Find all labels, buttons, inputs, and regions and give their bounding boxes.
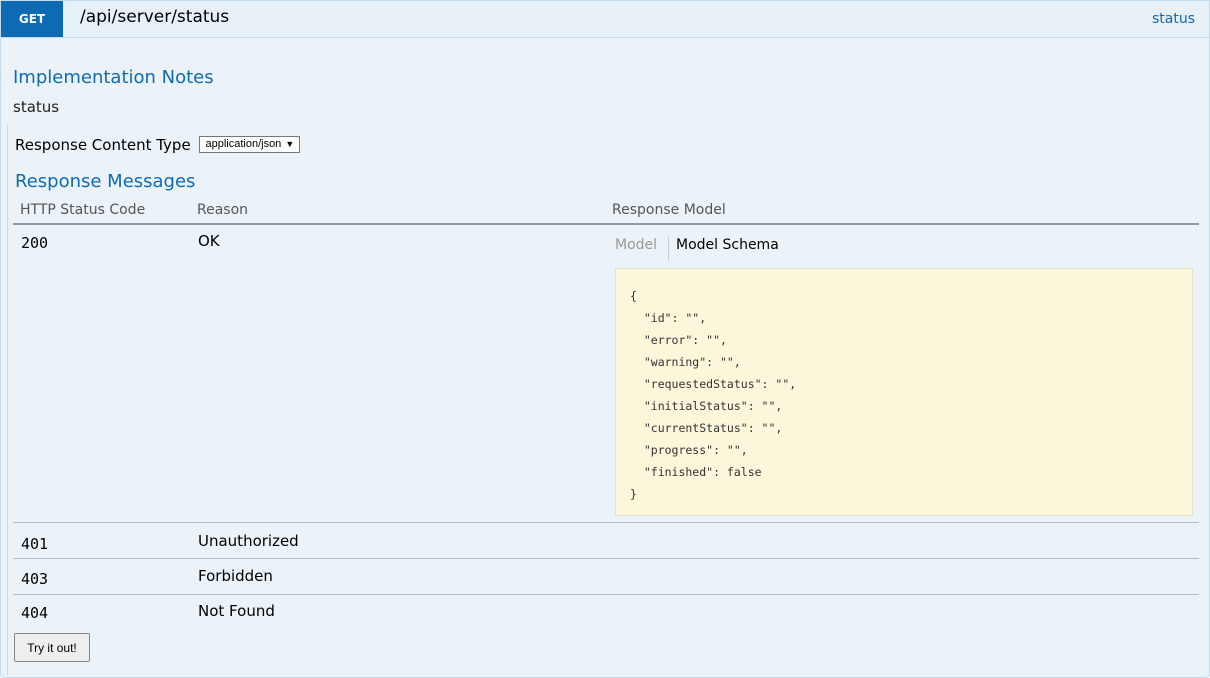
row-divider: [13, 522, 1199, 523]
table-header-divider: [13, 223, 1199, 225]
operation-heading[interactable]: GET /api/server/status status: [1, 1, 1209, 38]
implementation-notes-title: Implementation Notes: [13, 67, 214, 88]
operation-summary-link[interactable]: status: [1152, 11, 1195, 27]
column-header-response-model: Response Model: [612, 202, 726, 218]
http-method-badge[interactable]: GET: [1, 1, 63, 37]
response-content-type-label: Response Content Type: [15, 135, 191, 154]
status-code-403: 403: [21, 570, 49, 588]
status-code-404: 404: [21, 604, 49, 622]
row-divider: [13, 594, 1199, 595]
model-schema-box[interactable]: { "id": "", "error": "", "warning": "", …: [615, 268, 1193, 516]
model-tab[interactable]: Model: [615, 237, 657, 253]
implementation-notes-text: status: [13, 98, 60, 116]
reason-200: OK: [198, 232, 220, 250]
reason-401: Unauthorized: [198, 532, 299, 550]
endpoint-path[interactable]: /api/server/status: [80, 7, 229, 27]
response-content-type-row: Response Content Type application/json ▼: [15, 135, 301, 154]
status-code-401: 401: [21, 535, 49, 553]
column-header-reason: Reason: [197, 202, 249, 218]
tab-divider: [668, 237, 669, 261]
response-messages-title: Response Messages: [15, 171, 196, 192]
column-header-status-code: HTTP Status Code: [20, 202, 146, 218]
reason-403: Forbidden: [198, 567, 273, 585]
dropdown-arrow-icon: ▼: [285, 139, 295, 149]
try-it-out-button[interactable]: Try it out!: [14, 633, 90, 662]
operation-panel: GET /api/server/status status Implementa…: [0, 0, 1210, 678]
row-divider: [13, 558, 1199, 559]
response-content-type-value: application/json: [205, 138, 282, 150]
response-content-type-select[interactable]: application/json ▼: [199, 136, 301, 153]
reason-404: Not Found: [198, 602, 275, 620]
status-code-200: 200: [21, 234, 49, 252]
model-schema-tab[interactable]: Model Schema: [676, 237, 779, 253]
model-schema-json: { "id": "", "error": "", "warning": "", …: [630, 289, 797, 501]
